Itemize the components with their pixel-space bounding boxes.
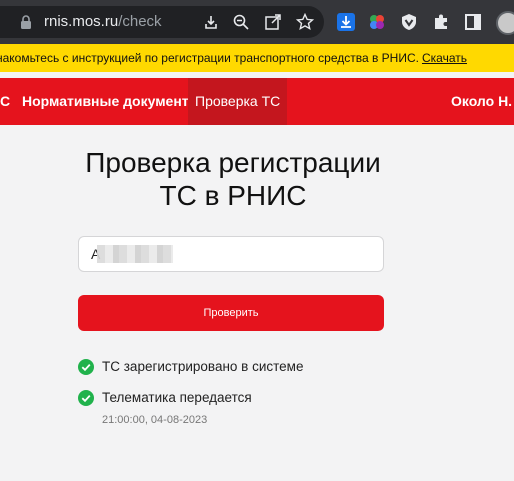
status-timestamp: 21:00:00, 04-08-2023 [102, 414, 208, 426]
shield-extension-icon[interactable] [400, 13, 418, 31]
main-nav: С Нормативные документы Проверка ТС Окол… [0, 78, 514, 125]
page-title-line1: Проверка регистрации [85, 147, 381, 178]
page-title-line2: ТС в РНИС [159, 180, 307, 211]
status-telematics-text: Телематика передается [102, 390, 252, 405]
nav-item-normative-documents[interactable]: Нормативные документы [22, 78, 201, 125]
side-panel-icon[interactable] [464, 13, 482, 31]
bookmark-star-icon[interactable] [296, 13, 314, 31]
lock-icon[interactable] [20, 15, 32, 29]
address-bar[interactable]: rnis.mos.ru/check [0, 6, 324, 38]
nav-item-cut[interactable]: С [0, 78, 10, 125]
page-title: Проверка регистрации ТС в РНИС [0, 146, 466, 212]
extensions-puzzle-icon[interactable] [432, 13, 450, 31]
profile-avatar[interactable] [496, 11, 514, 35]
url-text[interactable]: rnis.mos.ru/check [44, 13, 162, 30]
zoom-out-icon[interactable] [232, 13, 250, 31]
url-path: /check [118, 13, 162, 30]
check-circle-icon [78, 359, 94, 375]
check-button[interactable]: Проверить [78, 295, 384, 331]
redacted-value-mask [97, 245, 173, 263]
notice-text: накомьтесь с инструкцией по регистрации … [0, 51, 419, 65]
share-icon[interactable] [264, 13, 282, 31]
nav-item-vehicle-check[interactable]: Проверка ТС [188, 78, 288, 125]
nav-item-about[interactable]: Около Н. [451, 78, 512, 125]
colorful-extension-icon[interactable] [368, 13, 386, 31]
download-extension-icon[interactable] [337, 13, 355, 31]
url-domain: rnis.mos.ru [44, 13, 119, 30]
notice-banner: накомьтесь с инструкцией по регистрации … [0, 44, 514, 72]
notice-download-link[interactable]: Скачать [422, 51, 467, 65]
install-app-icon[interactable] [202, 13, 220, 31]
check-circle-icon [78, 390, 94, 406]
status-registered-text: ТС зарегистрировано в системе [102, 359, 304, 374]
vehicle-number-input[interactable]: А [78, 236, 384, 272]
browser-toolbar: rnis.mos.ru/check [0, 0, 514, 44]
